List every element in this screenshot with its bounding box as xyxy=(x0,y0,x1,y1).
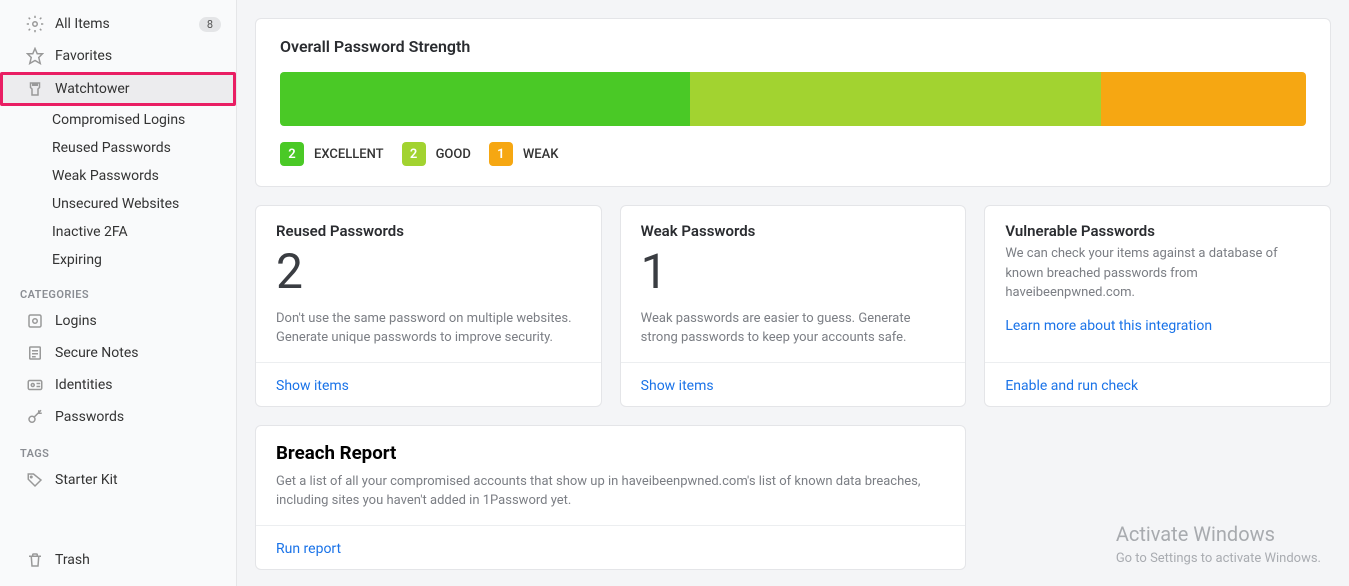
sidebar-item-logins[interactable]: Logins xyxy=(0,305,236,337)
sidebar-item-label: Starter Kit xyxy=(55,472,221,488)
strength-bar xyxy=(280,72,1306,126)
categories-heading: CATEGORIES xyxy=(0,274,236,305)
watermark-subtitle: Go to Settings to activate Windows. xyxy=(1116,549,1321,569)
show-items-link[interactable]: Show items xyxy=(641,378,714,394)
sidebar-item-tag-starter[interactable]: Starter Kit xyxy=(0,464,236,496)
tag-icon xyxy=(25,470,45,490)
card-title: Breach Report xyxy=(276,442,945,464)
watermark-title: Activate Windows xyxy=(1116,519,1321,549)
sidebar: All Items 8 Favorites Watchtower Comprom… xyxy=(0,0,237,586)
strength-segment-excellent xyxy=(280,72,690,126)
legend-label: EXCELLENT xyxy=(314,147,384,162)
legend-chip: 2 xyxy=(402,142,426,166)
sidebar-item-label: All Items xyxy=(55,16,199,32)
sidebar-item-favorites[interactable]: Favorites xyxy=(0,40,236,72)
trash-icon xyxy=(25,550,45,570)
strength-segment-weak xyxy=(1101,72,1306,126)
sidebar-sub-unsecured[interactable]: Unsecured Websites xyxy=(0,190,236,218)
sidebar-sub-reused[interactable]: Reused Passwords xyxy=(0,134,236,162)
sidebar-sub-expiring[interactable]: Expiring xyxy=(0,246,236,274)
sidebar-item-label: Passwords xyxy=(55,409,221,425)
count-badge: 8 xyxy=(199,17,221,32)
sidebar-item-passwords[interactable]: Passwords xyxy=(0,401,236,433)
reused-passwords-card: Reused Passwords 2 Don't use the same pa… xyxy=(255,205,602,407)
sidebar-item-label: Secure Notes xyxy=(55,345,221,361)
sidebar-item-watchtower[interactable]: Watchtower xyxy=(0,72,236,106)
card-description: Get a list of all your compromised accou… xyxy=(276,472,945,511)
card-count: 1 xyxy=(641,246,946,299)
overall-strength-card: Overall Password Strength 2 EXCELLENT 2 … xyxy=(255,18,1331,187)
strength-segment-good xyxy=(690,72,1100,126)
card-title: Weak Passwords xyxy=(641,222,946,240)
legend-label: GOOD xyxy=(436,147,471,162)
enable-run-check-link[interactable]: Enable and run check xyxy=(1005,378,1138,394)
login-icon xyxy=(25,311,45,331)
sidebar-item-label: Favorites xyxy=(55,48,221,64)
legend-weak: 1 WEAK xyxy=(489,142,559,166)
windows-activation-watermark: Activate Windows Go to Settings to activ… xyxy=(1116,519,1321,569)
gear-icon xyxy=(25,14,45,34)
legend-label: WEAK xyxy=(523,147,559,162)
strength-title: Overall Password Strength xyxy=(280,37,1306,56)
legend-chip: 2 xyxy=(280,142,304,166)
learn-more-link[interactable]: Learn more about this integration xyxy=(1005,318,1212,334)
sidebar-item-label: Trash xyxy=(55,552,221,568)
card-description: Don't use the same password on multiple … xyxy=(276,309,581,348)
vulnerable-passwords-card: Vulnerable Passwords We can check your i… xyxy=(984,205,1331,407)
sidebar-item-all-items[interactable]: All Items 8 xyxy=(0,8,236,40)
breach-report-card: Breach Report Get a list of all your com… xyxy=(255,425,966,570)
run-report-link[interactable]: Run report xyxy=(276,541,341,557)
weak-passwords-card: Weak Passwords 1 Weak passwords are easi… xyxy=(620,205,967,407)
legend-excellent: 2 EXCELLENT xyxy=(280,142,384,166)
show-items-link[interactable]: Show items xyxy=(276,378,349,394)
sidebar-sub-compromised[interactable]: Compromised Logins xyxy=(0,106,236,134)
key-icon xyxy=(25,407,45,427)
sidebar-item-label: Watchtower xyxy=(55,81,221,97)
sidebar-item-label: Identities xyxy=(55,377,221,393)
card-count: 2 xyxy=(276,246,581,299)
card-description: Weak passwords are easier to guess. Gene… xyxy=(641,309,946,348)
sidebar-item-identities[interactable]: Identities xyxy=(0,369,236,401)
sidebar-sub-weak[interactable]: Weak Passwords xyxy=(0,162,236,190)
legend-chip: 1 xyxy=(489,142,513,166)
sidebar-item-trash[interactable]: Trash xyxy=(0,544,236,576)
main-content: Overall Password Strength 2 EXCELLENT 2 … xyxy=(237,0,1349,586)
sidebar-item-label: Logins xyxy=(55,313,221,329)
star-icon xyxy=(25,46,45,66)
tags-heading: TAGS xyxy=(0,433,236,464)
card-title: Reused Passwords xyxy=(276,222,581,240)
card-title: Vulnerable Passwords xyxy=(1005,222,1310,240)
legend-good: 2 GOOD xyxy=(402,142,471,166)
watchtower-icon xyxy=(25,79,45,99)
note-icon xyxy=(25,343,45,363)
card-description: We can check your items against a databa… xyxy=(1005,244,1310,303)
strength-legend: 2 EXCELLENT 2 GOOD 1 WEAK xyxy=(280,142,1306,166)
identity-icon xyxy=(25,375,45,395)
sidebar-item-secure-notes[interactable]: Secure Notes xyxy=(0,337,236,369)
sidebar-sub-inactive2fa[interactable]: Inactive 2FA xyxy=(0,218,236,246)
